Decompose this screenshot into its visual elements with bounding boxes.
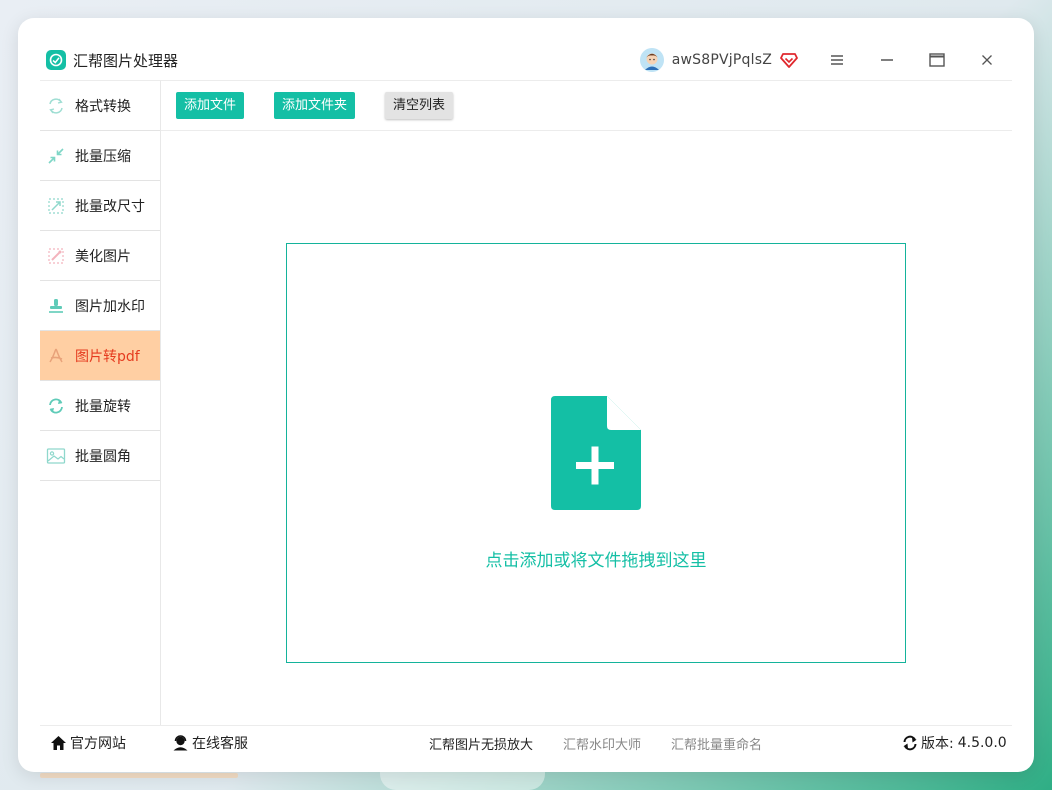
username[interactable]: awS8PVjPqlsZ: [672, 52, 772, 68]
sidebar-item-format-convert[interactable]: 格式转换: [40, 81, 160, 131]
title-actions: awS8PVjPqlsZ: [639, 45, 1012, 75]
version-number: 4.5.0.0: [957, 735, 1007, 751]
minimize-icon[interactable]: [862, 45, 912, 75]
home-icon: [50, 735, 67, 751]
file-drop-zone[interactable]: 点击添加或将文件拖拽到这里: [286, 243, 906, 663]
sidebar-item-compress[interactable]: 批量压缩: [40, 131, 160, 181]
sidebar-item-rounded-corner[interactable]: 批量圆角: [40, 431, 160, 481]
footer-link-lossless-upscale[interactable]: 汇帮图片无损放大: [429, 726, 533, 760]
official-website-link[interactable]: 官方网站: [50, 726, 126, 760]
sidebar: 格式转换 批量压缩 批量改尺寸 美化图片 图片加水印 图片转pdf 批量旋转 批…: [40, 80, 161, 725]
format-convert-icon: [46, 96, 66, 116]
version-label: 版本:: [921, 736, 954, 752]
sidebar-item-label: 批量旋转: [75, 398, 131, 415]
toolbar: 添加文件 添加文件夹 清空列表: [161, 80, 1012, 131]
sidebar-item-label: 批量圆角: [75, 448, 131, 465]
sidebar-item-resize[interactable]: 批量改尺寸: [40, 181, 160, 231]
sidebar-item-label: 批量压缩: [75, 148, 131, 165]
footer-link-watermark-master[interactable]: 汇帮水印大师: [563, 726, 641, 760]
footer-link-batch-rename[interactable]: 汇帮批量重命名: [671, 726, 762, 760]
sidebar-item-label: 批量改尺寸: [75, 198, 145, 215]
vip-diamond-icon[interactable]: [780, 51, 798, 69]
sidebar-item-label: 图片加水印: [75, 298, 145, 315]
refresh-icon: [902, 735, 918, 751]
sidebar-item-image-to-pdf[interactable]: 图片转pdf: [40, 331, 160, 381]
official-website-label: 官方网站: [70, 736, 126, 752]
hamburger-menu-icon[interactable]: [812, 45, 862, 75]
close-icon[interactable]: [962, 45, 1012, 75]
rounded-corner-image-icon: [46, 446, 66, 466]
resize-icon: [46, 196, 66, 216]
sidebar-item-beautify[interactable]: 美化图片: [40, 231, 160, 281]
add-file-icon[interactable]: [551, 396, 641, 515]
footer: 官方网站 在线客服 汇帮图片无损放大 汇帮水印大师 汇帮批量重命名 版本: 4.…: [40, 725, 1012, 760]
app-logo-icon: [46, 50, 66, 70]
app-window: 汇帮图片处理器 awS8PVjPqlsZ 格式转换 批量压缩 批量改尺寸 美化图…: [18, 18, 1034, 772]
maximize-icon[interactable]: [912, 45, 962, 75]
sidebar-item-rotate[interactable]: 批量旋转: [40, 381, 160, 431]
version-info[interactable]: 版本: 4.5.0.0: [902, 726, 1007, 760]
compress-icon: [46, 146, 66, 166]
sidebar-item-label: 美化图片: [75, 248, 131, 265]
title-bar: 汇帮图片处理器 awS8PVjPqlsZ: [40, 42, 1012, 78]
sidebar-item-label: 格式转换: [75, 98, 131, 115]
drop-zone-text: 点击添加或将文件拖拽到这里: [485, 551, 707, 571]
watermark-stamp-icon: [46, 296, 66, 316]
background-line: [40, 773, 238, 778]
beautify-icon: [46, 246, 66, 266]
online-support-label: 在线客服: [192, 736, 248, 752]
sidebar-item-watermark[interactable]: 图片加水印: [40, 281, 160, 331]
sidebar-item-label: 图片转pdf: [75, 348, 140, 365]
clear-list-button[interactable]: 清空列表: [385, 92, 454, 119]
rotate-icon: [46, 396, 66, 416]
app-title: 汇帮图片处理器: [73, 51, 179, 70]
online-support-link[interactable]: 在线客服: [172, 726, 248, 760]
headset-user-icon: [172, 735, 189, 751]
pdf-icon: [46, 346, 66, 366]
user-avatar-icon[interactable]: [639, 48, 664, 72]
add-folder-button[interactable]: 添加文件夹: [274, 92, 356, 119]
add-file-button[interactable]: 添加文件: [176, 92, 245, 119]
